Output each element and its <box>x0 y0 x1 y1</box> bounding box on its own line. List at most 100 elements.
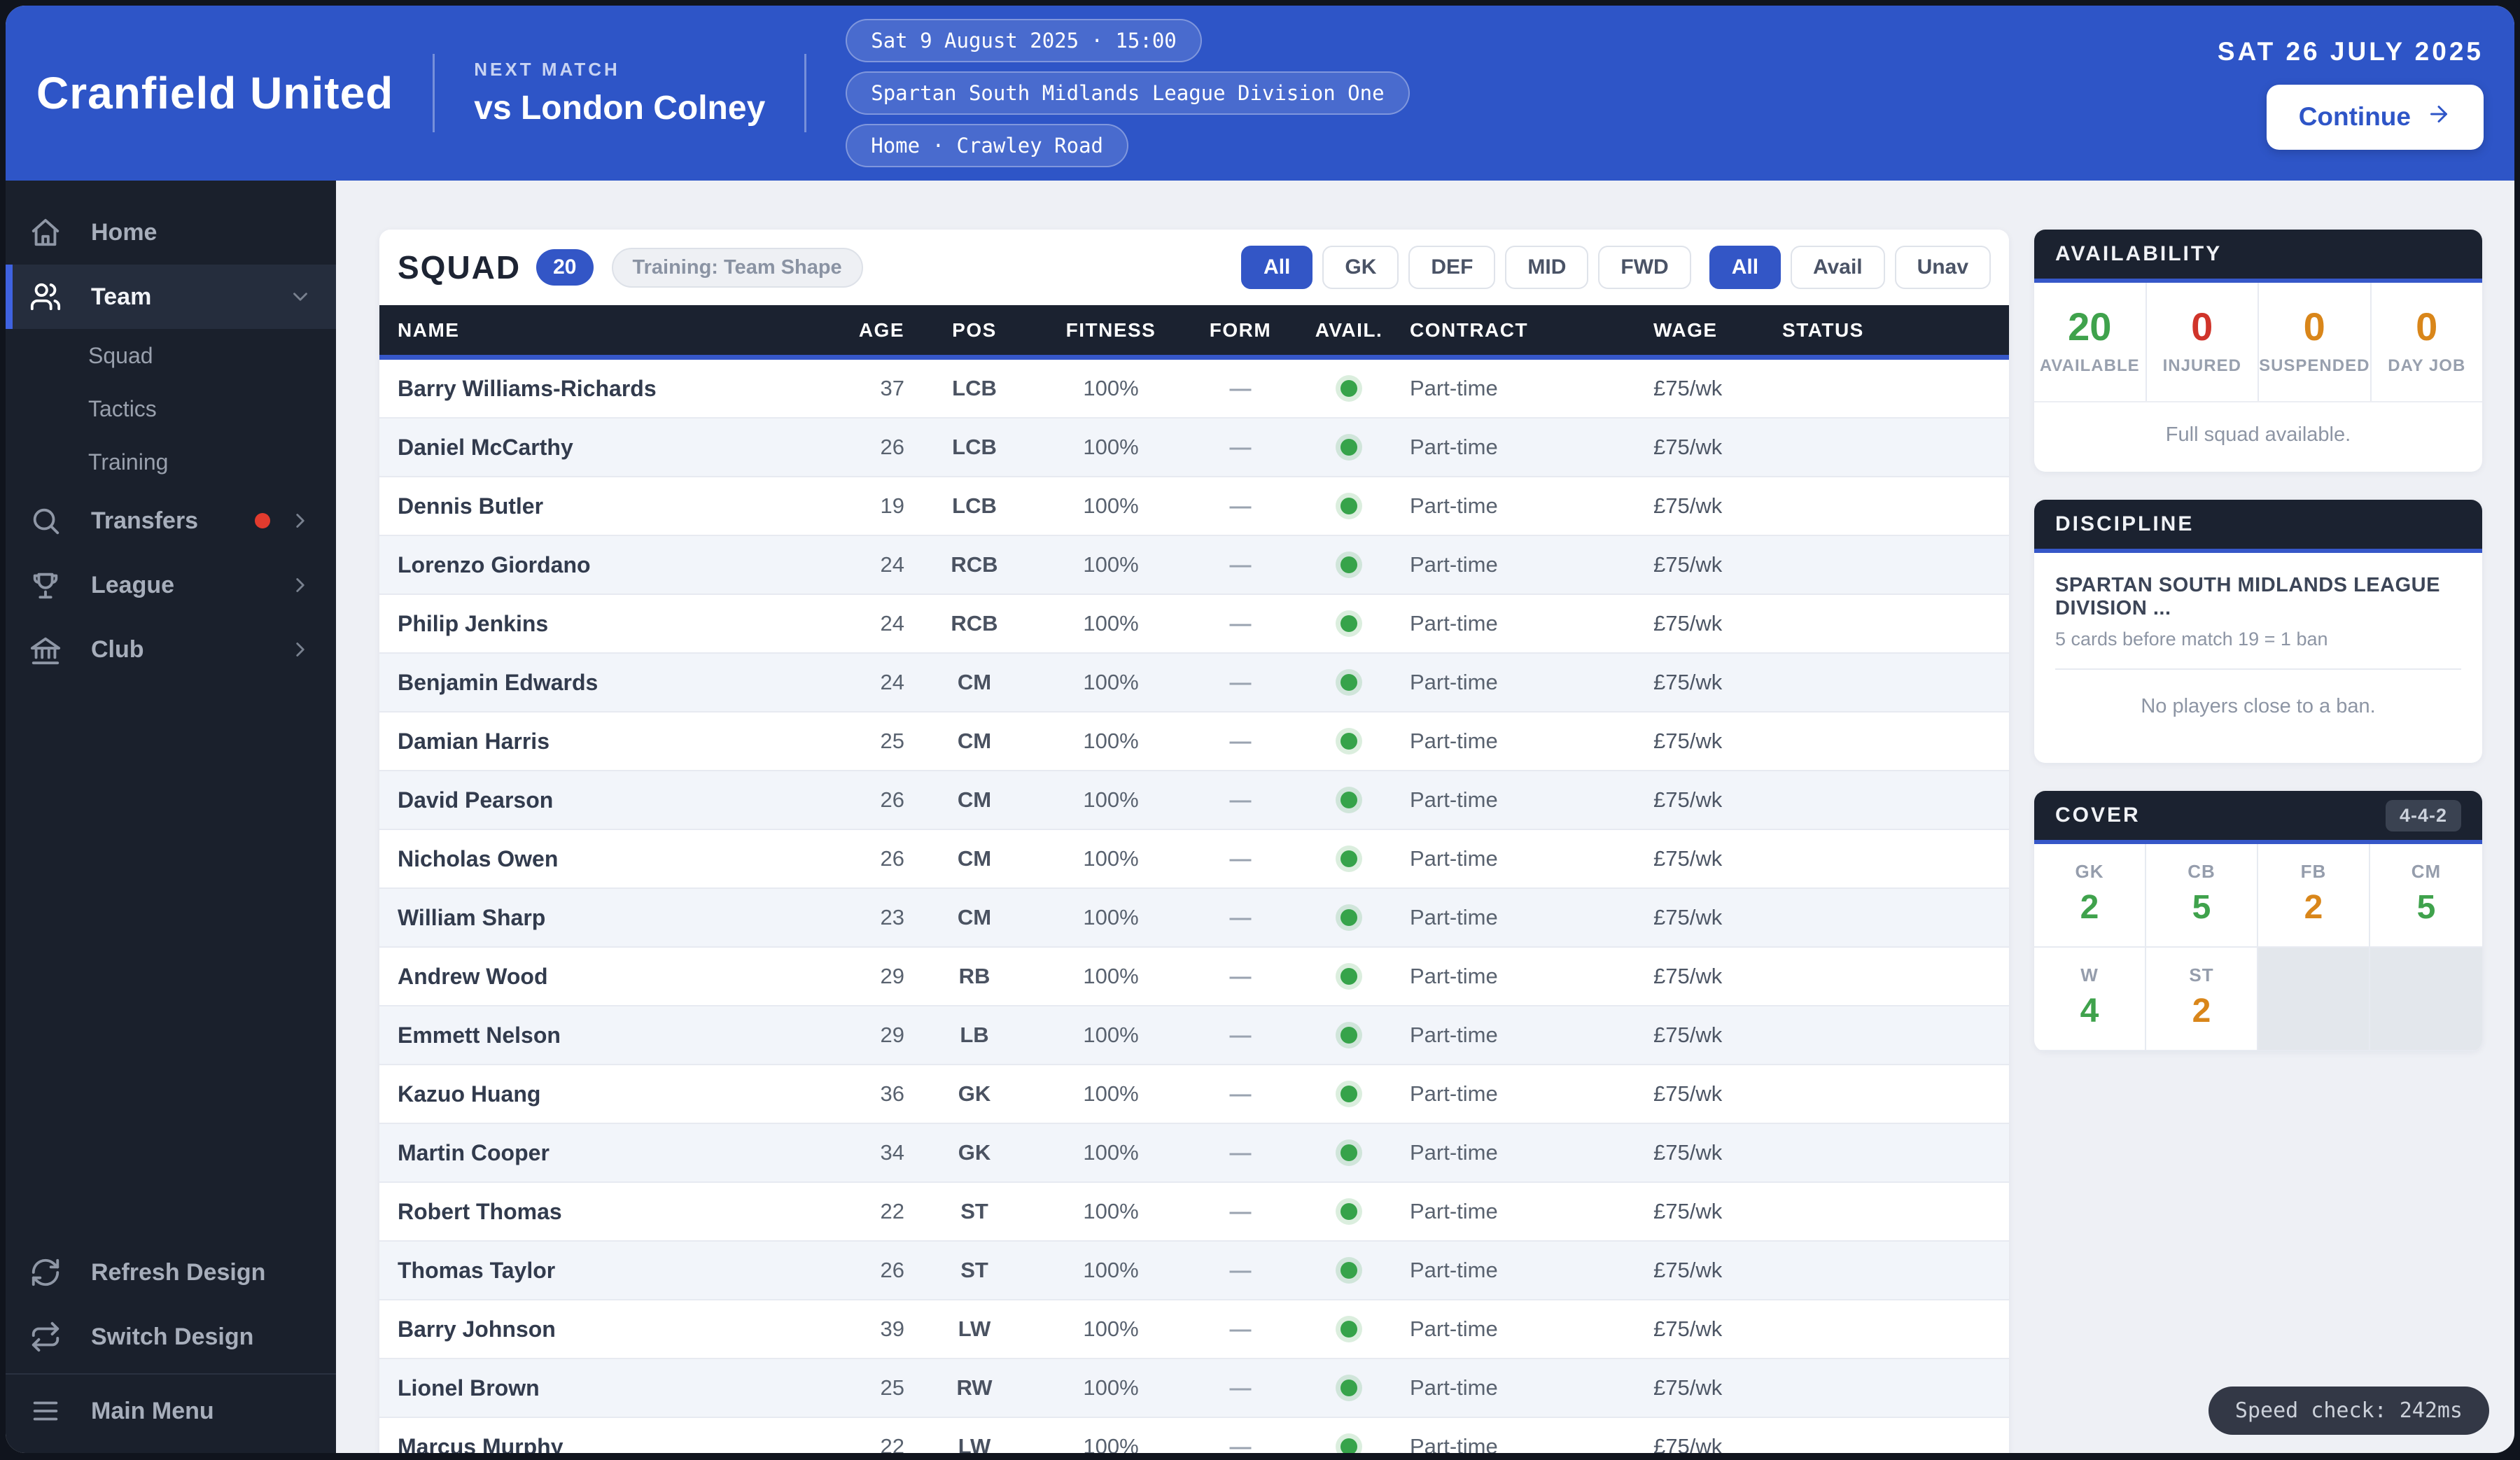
filter-button-gk[interactable]: GK <box>1322 246 1399 289</box>
table-row[interactable]: Barry Johnson 39 LW 100% — Part-time £75… <box>379 1300 2009 1359</box>
player-availability <box>1303 1438 1394 1453</box>
discipline-panel: DISCIPLINE SPARTAN SOUTH MIDLANDS LEAGUE… <box>2034 500 2482 763</box>
availability-stat-day-job: 0 DAY JOB <box>2372 283 2483 401</box>
player-contract: Part-time <box>1394 729 1653 754</box>
cover-cell-fb: FB 2 <box>2258 844 2370 948</box>
table-row[interactable]: Marcus Murphy 22 LW 100% — Part-time £75… <box>379 1418 2009 1453</box>
player-availability <box>1303 968 1394 985</box>
table-row[interactable]: Nicholas Owen 26 CM 100% — Part-time £75… <box>379 830 2009 889</box>
player-form: — <box>1177 435 1303 460</box>
filter-button-def[interactable]: DEF <box>1408 246 1495 289</box>
availability-note: Full squad available. <box>2034 401 2482 472</box>
training-chip[interactable]: Training: Team Shape <box>612 248 863 288</box>
player-form: — <box>1177 1317 1303 1342</box>
discipline-note: No players close to a ban. <box>2055 668 2461 746</box>
player-age: 26 <box>827 1258 904 1283</box>
player-availability <box>1303 1203 1394 1220</box>
table-row[interactable]: Thomas Taylor 26 ST 100% — Part-time £75… <box>379 1242 2009 1300</box>
continue-button[interactable]: Continue <box>2267 85 2484 150</box>
stat-label: AVAILABLE <box>2034 356 2146 376</box>
chevron-right-icon <box>288 573 312 597</box>
cover-position-label: ST <box>2146 964 2257 986</box>
sidebar-item-main-menu[interactable]: Main Menu <box>6 1379 336 1443</box>
player-wage: £75/wk <box>1653 493 1765 519</box>
sidebar-item-refresh-design[interactable]: Refresh Design <box>6 1240 336 1305</box>
filter-button-all[interactable]: All <box>1241 246 1312 289</box>
player-position: RW <box>904 1375 1044 1401</box>
stat-label: DAY JOB <box>2372 356 2483 376</box>
player-wage: £75/wk <box>1653 1023 1765 1048</box>
player-form: — <box>1177 1081 1303 1107</box>
player-fitness: 100% <box>1044 1317 1177 1342</box>
player-name: Lorenzo Giordano <box>379 552 827 578</box>
discipline-panel-header: DISCIPLINE <box>2034 500 2482 553</box>
table-row[interactable]: Benjamin Edwards 24 CM 100% — Part-time … <box>379 654 2009 713</box>
search-icon <box>29 505 62 537</box>
available-dot-icon <box>1340 792 1357 808</box>
sidebar-item-training[interactable]: Training <box>6 435 336 489</box>
table-row[interactable]: Damian Harris 25 CM 100% — Part-time £75… <box>379 713 2009 771</box>
player-position: GK <box>904 1140 1044 1165</box>
cover-position-label: CB <box>2146 861 2257 883</box>
player-age: 39 <box>827 1317 904 1342</box>
table-row[interactable]: Kazuo Huang 36 GK 100% — Part-time £75/w… <box>379 1065 2009 1124</box>
divider <box>804 54 806 132</box>
player-form: — <box>1177 1023 1303 1048</box>
table-row[interactable]: Robert Thomas 22 ST 100% — Part-time £75… <box>379 1183 2009 1242</box>
player-fitness: 100% <box>1044 493 1177 519</box>
player-contract: Part-time <box>1394 964 1653 989</box>
sidebar-item-league[interactable]: League <box>6 553 336 617</box>
player-availability <box>1303 850 1394 867</box>
player-name: Daniel McCarthy <box>379 435 827 461</box>
stat-value: 0 <box>2372 304 2483 349</box>
availability-title: AVAILABILITY <box>2055 242 2222 266</box>
notification-dot <box>255 513 270 528</box>
player-contract: Part-time <box>1394 1199 1653 1224</box>
table-row[interactable]: Daniel McCarthy 26 LCB 100% — Part-time … <box>379 419 2009 477</box>
stat-value: 0 <box>2259 304 2370 349</box>
table-row[interactable]: Andrew Wood 29 RB 100% — Part-time £75/w… <box>379 948 2009 1006</box>
sidebar-item-squad[interactable]: Squad <box>6 329 336 382</box>
table-row[interactable]: Lorenzo Giordano 24 RCB 100% — Part-time… <box>379 536 2009 595</box>
sidebar-item-club[interactable]: Club <box>6 617 336 682</box>
sidebar-item-switch-design[interactable]: Switch Design <box>6 1305 336 1369</box>
filter-button-avail[interactable]: Avail <box>1791 246 1885 289</box>
sidebar-item-transfers[interactable]: Transfers <box>6 489 336 553</box>
available-dot-icon <box>1340 556 1357 573</box>
sidebar: Home Team SquadTacticsTraining Transfers… <box>6 181 336 1453</box>
home-icon <box>29 216 62 248</box>
sidebar-item-home[interactable]: Home <box>6 200 336 265</box>
cover-position-label: CM <box>2370 861 2482 883</box>
player-wage: £75/wk <box>1653 729 1765 754</box>
top-bar: Cranfield United NEXT MATCH vs London Co… <box>6 6 2514 181</box>
player-position: ST <box>904 1258 1044 1283</box>
table-row[interactable]: Martin Cooper 34 GK 100% — Part-time £75… <box>379 1124 2009 1183</box>
chevron-right-icon <box>288 509 312 533</box>
sidebar-item-tactics[interactable]: Tactics <box>6 382 336 435</box>
player-form: — <box>1177 1258 1303 1283</box>
table-row[interactable]: Philip Jenkins 24 RCB 100% — Part-time £… <box>379 595 2009 654</box>
next-match-block: NEXT MATCH vs London Colney <box>474 59 765 127</box>
sidebar-item-team[interactable]: Team <box>6 265 336 329</box>
available-dot-icon <box>1340 1027 1357 1044</box>
filter-button-fwd[interactable]: FWD <box>1598 246 1690 289</box>
player-fitness: 100% <box>1044 729 1177 754</box>
table-row[interactable]: Lionel Brown 25 RW 100% — Part-time £75/… <box>379 1359 2009 1418</box>
cover-title: COVER <box>2055 803 2141 827</box>
table-row[interactable]: David Pearson 26 CM 100% — Part-time £75… <box>379 771 2009 830</box>
player-position: CM <box>904 670 1044 695</box>
page-title: SQUAD <box>398 248 521 286</box>
filter-button-mid[interactable]: MID <box>1505 246 1588 289</box>
column-header-avail: AVAIL. <box>1303 319 1394 342</box>
player-age: 26 <box>827 787 904 813</box>
player-contract: Part-time <box>1394 787 1653 813</box>
table-row[interactable]: William Sharp 23 CM 100% — Part-time £75… <box>379 889 2009 948</box>
table-row[interactable]: Dennis Butler 19 LCB 100% — Part-time £7… <box>379 477 2009 536</box>
player-contract: Part-time <box>1394 670 1653 695</box>
filter-button-all[interactable]: All <box>1709 246 1781 289</box>
player-wage: £75/wk <box>1653 1081 1765 1107</box>
filter-button-unav[interactable]: Unav <box>1895 246 1991 289</box>
table-row[interactable]: Barry Williams-Richards 37 LCB 100% — Pa… <box>379 360 2009 419</box>
player-availability <box>1303 615 1394 632</box>
table-row[interactable]: Emmett Nelson 29 LB 100% — Part-time £75… <box>379 1006 2009 1065</box>
